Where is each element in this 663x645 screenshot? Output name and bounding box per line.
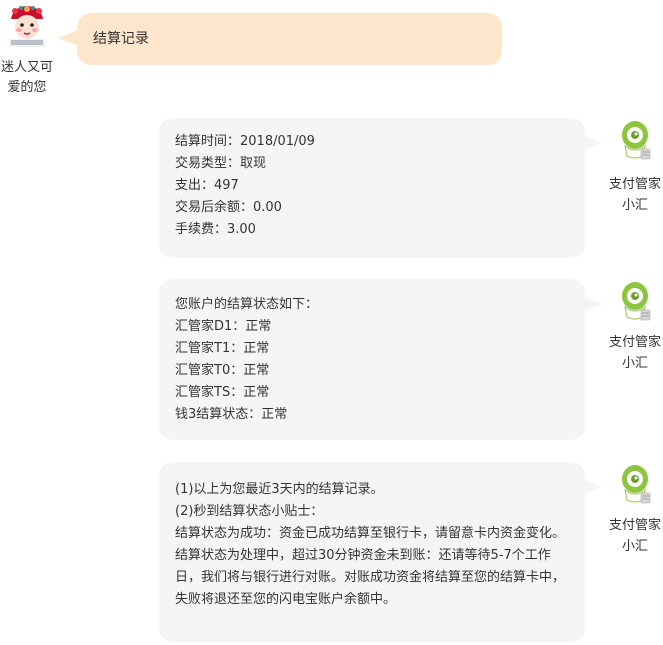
robot-icon xyxy=(622,121,651,160)
message-line: 交易类型：取现 xyxy=(175,156,267,171)
message-line: 汇管家T0：正常 xyxy=(175,363,270,378)
message-line: 支出：497 xyxy=(175,178,239,193)
user-message-bubble: 结算记录 xyxy=(77,13,502,65)
bot-name: 支付管家 小汇 xyxy=(604,332,663,374)
user-avatar[interactable] xyxy=(7,5,47,47)
robot-icon xyxy=(622,282,651,321)
bot-name-line2: 小汇 xyxy=(621,356,648,371)
bot-name-line1: 支付管家 xyxy=(608,335,661,350)
message-line: 汇管家D1：正常 xyxy=(175,319,272,334)
user-message-text: 结算记录 xyxy=(93,31,149,47)
chat-window: 迷人又可 爱的您 结算记录 结算时间：2018/01/09 交易类型：取现 支出… xyxy=(0,0,663,645)
bot-bubble-tail xyxy=(585,297,603,311)
bot-message-bubble: 结算时间：2018/01/09 交易类型：取现 支出：497 交易后余额：0.0… xyxy=(159,118,585,258)
bot-avatar[interactable] xyxy=(615,279,655,325)
message-line: 您账户的结算状态如下： xyxy=(175,297,319,312)
bot-avatar[interactable] xyxy=(615,462,655,508)
opera-character-icon xyxy=(7,5,47,47)
user-name-line2: 爱的您 xyxy=(7,80,47,95)
message-line: 结算状态为处理中，超过30分钟资金未到账：还请等待5-7个工作日，我们将与银行进… xyxy=(175,548,566,607)
message-line: 汇管家TS：正常 xyxy=(175,385,270,400)
bot-message-bubble: 您账户的结算状态如下： 汇管家D1：正常 汇管家T1：正常 汇管家T0：正常 汇… xyxy=(159,279,585,440)
bot-name-line1: 支付管家 xyxy=(608,518,661,533)
message-line: 交易后余额：0.00 xyxy=(175,200,282,215)
message-line: 结算时间：2018/01/09 xyxy=(175,134,315,149)
message-line: 钱3结算状态：正常 xyxy=(175,407,288,422)
message-line: (2)秒到结算状态小贴士： xyxy=(175,504,324,519)
user-name: 迷人又可 爱的您 xyxy=(0,58,54,98)
bot-name-line2: 小汇 xyxy=(621,198,648,213)
message-line: 汇管家T1：正常 xyxy=(175,341,270,356)
message-line: 手续费：3.00 xyxy=(175,222,256,237)
bot-avatar[interactable] xyxy=(615,118,655,164)
user-name-line1: 迷人又可 xyxy=(0,60,53,75)
robot-icon xyxy=(622,465,651,504)
bot-message-bubble: (1)以上为您最近3天内的结算记录。 (2)秒到结算状态小贴士： 结算状态为成功… xyxy=(159,462,585,642)
bot-name-line2: 小汇 xyxy=(621,539,648,554)
message-line: 结算状态为成功：资金已成功结算至银行卡，请留意卡内资金变化。 xyxy=(175,526,566,541)
bot-bubble-tail xyxy=(585,136,603,150)
bot-bubble-tail xyxy=(585,480,603,494)
user-bubble-tail xyxy=(58,30,78,46)
bot-name-line1: 支付管家 xyxy=(608,177,661,192)
bot-name: 支付管家 小汇 xyxy=(604,174,663,216)
message-line: (1)以上为您最近3天内的结算记录。 xyxy=(175,482,384,497)
bot-name: 支付管家 小汇 xyxy=(604,515,663,557)
